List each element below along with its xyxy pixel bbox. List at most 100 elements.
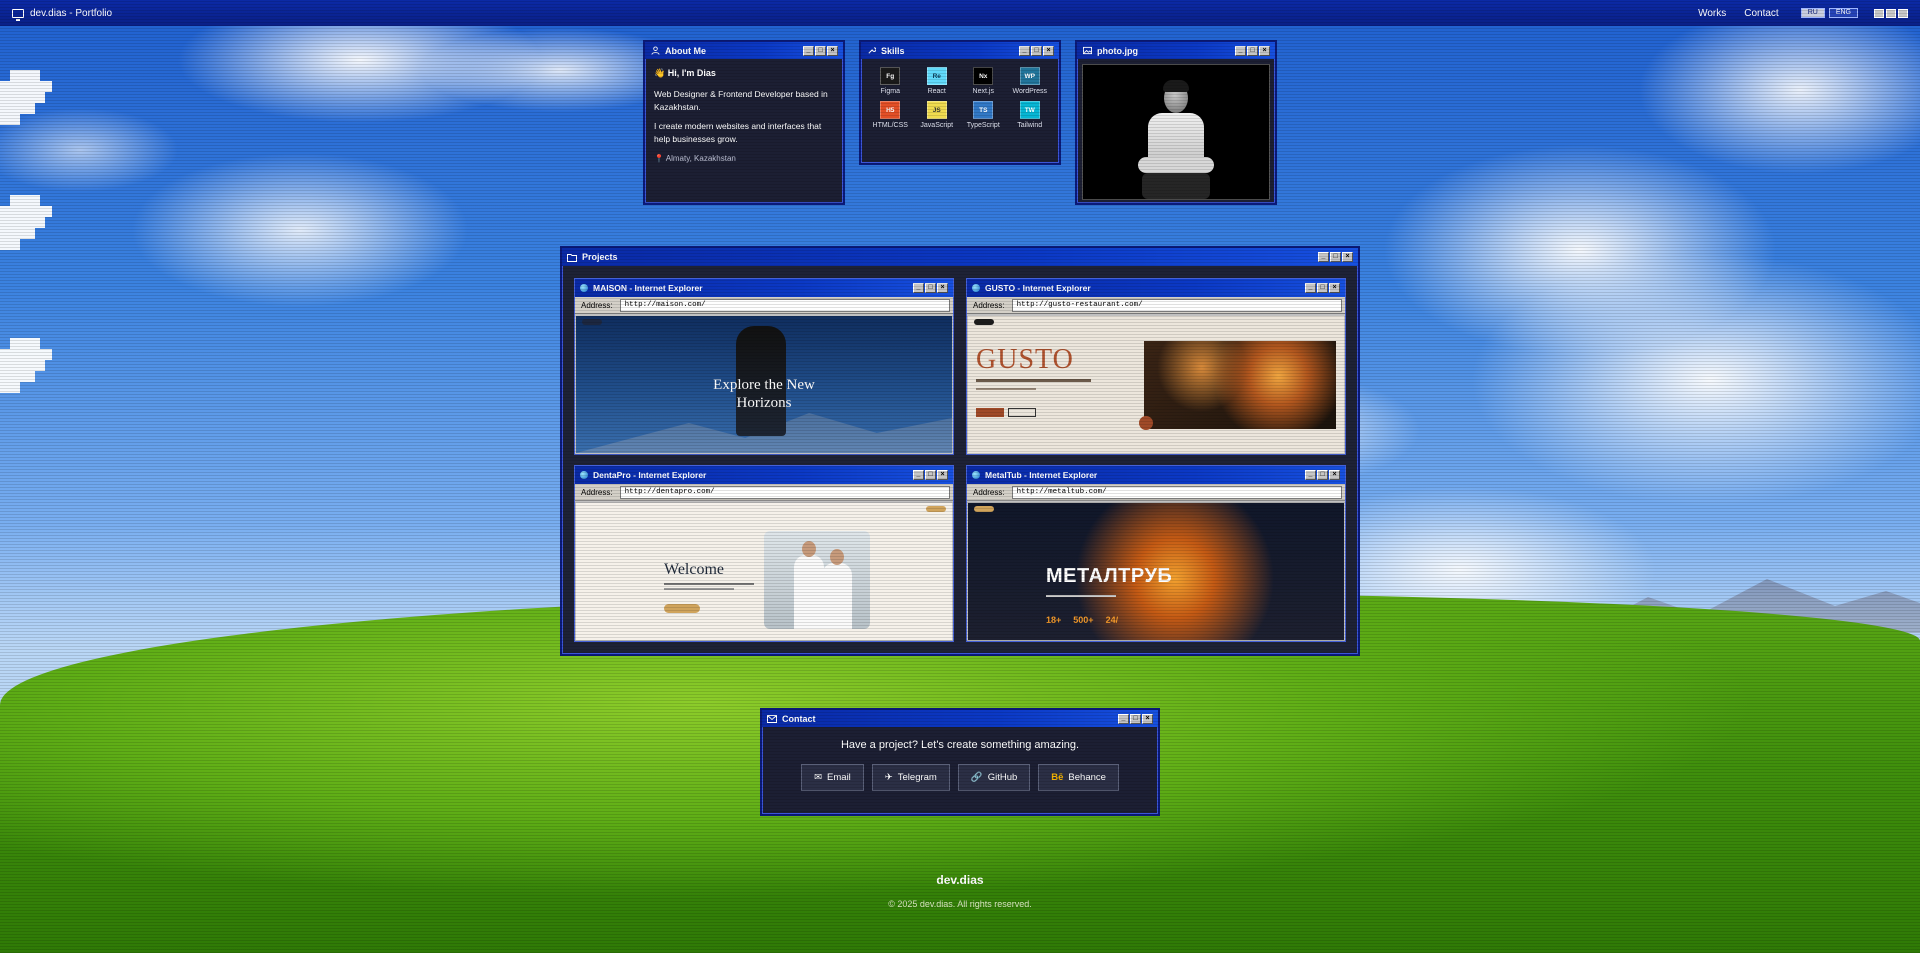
minimize-button[interactable]: _ (1305, 283, 1316, 293)
pixel-cloud (0, 338, 55, 393)
ie-title: GUSTO - Internet Explorer (985, 283, 1091, 293)
project-window-maison[interactable]: MAISON - Internet Explorer _ □ × Address: … (574, 278, 954, 455)
minimize-button[interactable]: _ (803, 45, 814, 56)
close-button[interactable]: × (1329, 283, 1340, 293)
skill-item[interactable]: Fg Figma (867, 67, 914, 95)
close-button[interactable]: × (1342, 252, 1353, 262)
telegram-button[interactable]: ✈ Telegram (871, 764, 950, 791)
address-field[interactable]: http://gusto-restaurant.com/ (1011, 298, 1342, 312)
photo-titlebar[interactable]: photo.jpg _ □ × (1077, 42, 1275, 59)
ie-title: MetalTub - Internet Explorer (985, 470, 1098, 480)
nav-works[interactable]: Works (1698, 8, 1726, 19)
project-window-metaltub[interactable]: MetalTub - Internet Explorer _ □ × Address… (966, 465, 1346, 642)
maximize-button[interactable]: □ (925, 470, 936, 480)
ie-title: MAISON - Internet Explorer (593, 283, 703, 293)
close-button[interactable]: × (1043, 45, 1054, 56)
dentapro-preview[interactable]: Welcome (576, 503, 952, 640)
react-icon: Re (926, 67, 947, 85)
skill-label: Figma (880, 88, 900, 95)
project-window-gusto[interactable]: GUSTO - Internet Explorer _ □ × Address: h… (966, 278, 1346, 455)
email-button-label: Email (827, 772, 851, 783)
pin-icon: 📍 (654, 154, 664, 163)
address-field[interactable]: http://maison.com/ (619, 298, 950, 312)
close-button[interactable]: × (937, 283, 948, 293)
close-button[interactable]: × (937, 470, 948, 480)
skill-item[interactable]: Nx Next.js (960, 67, 1007, 95)
ie-titlebar[interactable]: GUSTO - Internet Explorer _ □ × (967, 279, 1345, 297)
maximize-button[interactable]: □ (1031, 45, 1042, 56)
dentapro-hero-text: Welcome (664, 561, 725, 578)
mail-icon (767, 714, 777, 724)
ie-globe-icon (972, 471, 980, 479)
about-window: About Me _ □ × 👋 Hi, I'm Dias Web Designer… (643, 40, 845, 205)
metaltub-preview[interactable]: МЕТАЛТРУБ 18+ 500+ 24/ (968, 503, 1344, 640)
photo-title: photo.jpg (1097, 45, 1138, 56)
maximize-button[interactable] (1886, 8, 1896, 18)
email-button[interactable]: ✉ Email (801, 764, 864, 791)
minimize-button[interactable] (1874, 8, 1884, 18)
gusto-preview[interactable]: GUSTO (968, 316, 1344, 453)
address-bar: Address: http://gusto-restaurant.com/ (967, 297, 1345, 314)
address-field[interactable]: http://metaltub.com/ (1011, 485, 1342, 499)
maximize-button[interactable]: □ (1247, 45, 1258, 56)
about-titlebar[interactable]: About Me _ □ × (645, 42, 843, 59)
behance-icon: Bē (1051, 772, 1064, 783)
projects-titlebar[interactable]: Projects _ □ × (562, 248, 1358, 266)
behance-button[interactable]: Bē Behance (1038, 764, 1119, 791)
minimize-button[interactable]: _ (1305, 470, 1316, 480)
maximize-button[interactable]: □ (1317, 470, 1328, 480)
ie-titlebar[interactable]: MAISON - Internet Explorer _ □ × (575, 279, 953, 297)
skill-item[interactable]: JS JavaScript (914, 101, 961, 129)
skills-titlebar[interactable]: Skills _ □ × (861, 42, 1059, 59)
contact-titlebar[interactable]: Contact _ □ × (762, 710, 1158, 727)
nav-contact[interactable]: Contact (1744, 8, 1778, 19)
close-button[interactable]: × (1329, 470, 1340, 480)
maximize-button[interactable]: □ (1130, 713, 1141, 724)
language-switcher: RU ENG (1800, 8, 1858, 18)
user-icon (650, 46, 660, 56)
minimize-button[interactable]: _ (1019, 45, 1030, 56)
skill-item[interactable]: Re React (914, 67, 961, 95)
address-bar: Address: http://dentapro.com/ (575, 484, 953, 501)
close-button[interactable]: × (1142, 713, 1153, 724)
skills-title: Skills (881, 45, 905, 56)
minimize-button[interactable]: _ (913, 470, 924, 480)
typescript-icon: TS (973, 101, 994, 119)
maximize-button[interactable]: □ (815, 45, 826, 56)
github-button-label: GitHub (987, 772, 1018, 783)
stat-value: 18+ (1046, 615, 1062, 625)
skill-label: HTML/CSS (872, 122, 908, 129)
maison-preview[interactable]: Explore the New Horizons (576, 316, 952, 453)
maximize-button[interactable]: □ (925, 283, 936, 293)
maximize-button[interactable]: □ (1330, 252, 1341, 262)
minimize-button[interactable]: _ (913, 283, 924, 293)
wordpress-icon: WP (1019, 67, 1040, 85)
brand[interactable]: dev.dias - Portfolio (12, 8, 112, 21)
pixel-cloud (0, 70, 55, 125)
metaltub-hero-text: МЕТАЛТРУБ (1046, 565, 1173, 587)
skill-item[interactable]: H5 HTML/CSS (867, 101, 914, 129)
lang-ru-button[interactable]: RU (1800, 8, 1825, 18)
stat-value: 24/ (1105, 615, 1119, 625)
address-label: Address: (973, 300, 1005, 310)
address-field[interactable]: http://dentapro.com/ (619, 485, 950, 499)
projects-window: Projects _ □ × MAISON - Internet Explorer … (560, 246, 1360, 656)
minimize-button[interactable]: _ (1235, 45, 1246, 56)
project-window-dentapro[interactable]: DentaPro - Internet Explorer _ □ × Address… (574, 465, 954, 642)
ie-titlebar[interactable]: DentaPro - Internet Explorer _ □ × (575, 466, 953, 484)
close-button[interactable]: × (1259, 45, 1270, 56)
ie-globe-icon (580, 471, 588, 479)
minimize-button[interactable]: _ (1118, 713, 1129, 724)
lang-eng-button[interactable]: ENG (1828, 8, 1858, 18)
ie-titlebar[interactable]: MetalTub - Internet Explorer _ □ × (967, 466, 1345, 484)
github-button[interactable]: 🔗 GitHub (957, 764, 1031, 791)
close-button[interactable] (1898, 8, 1908, 18)
html-css-icon: H5 (880, 101, 901, 119)
skill-item[interactable]: WP WordPress (1007, 67, 1054, 95)
skill-item[interactable]: TS TypeScript (960, 101, 1007, 129)
maximize-button[interactable]: □ (1317, 283, 1328, 293)
skill-item[interactable]: TW Tailwind (1007, 101, 1054, 129)
skills-window: Skills _ □ × Fg Figma Re React Nx Next.js WP W… (859, 40, 1061, 165)
close-button[interactable]: × (827, 45, 838, 56)
minimize-button[interactable]: _ (1318, 252, 1329, 262)
